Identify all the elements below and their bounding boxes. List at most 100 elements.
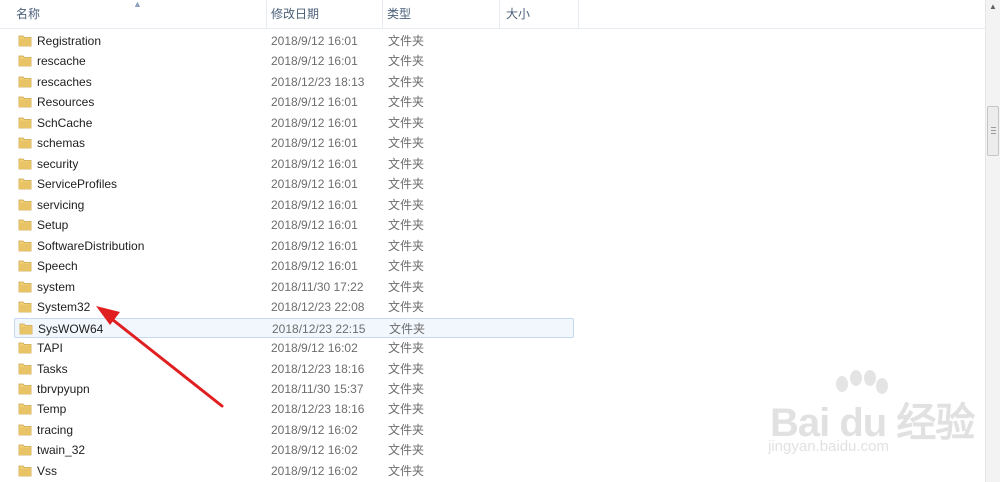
folder-icon	[18, 95, 32, 108]
file-row[interactable]: Temp 2018/12/23 18:16 文件夹	[14, 399, 574, 419]
file-name: Resources	[37, 95, 95, 110]
file-modified-date: 2018/12/23 18:13	[271, 74, 365, 89]
folder-icon	[18, 239, 32, 252]
file-row[interactable]: ServiceProfiles 2018/9/12 16:01 文件夹	[14, 174, 574, 194]
folder-icon	[18, 464, 32, 477]
file-row[interactable]: schemas 2018/9/12 16:01 文件夹	[14, 133, 574, 153]
file-row[interactable]: tbrvpyupn 2018/11/30 15:37 文件夹	[14, 379, 574, 399]
folder-icon	[18, 116, 32, 129]
file-type: 文件夹	[388, 361, 425, 376]
folder-icon	[18, 75, 32, 88]
file-name: rescaches	[37, 74, 92, 89]
file-row[interactable]: system 2018/11/30 17:22 文件夹	[14, 277, 574, 297]
file-type: 文件夹	[388, 238, 425, 253]
folder-icon	[18, 402, 32, 415]
file-row[interactable]: tracing 2018/9/12 16:02 文件夹	[14, 420, 574, 440]
file-type: 文件夹	[388, 463, 425, 478]
file-row[interactable]: SysWOW64 2018/12/23 22:15 文件夹	[14, 317, 574, 338]
file-modified-date: 2018/9/12 16:01	[271, 136, 358, 151]
file-name: Setup	[37, 218, 69, 233]
file-name: SchCache	[37, 115, 93, 130]
file-type: 文件夹	[388, 115, 425, 130]
column-divider[interactable]	[578, 0, 579, 28]
folder-icon	[18, 157, 32, 170]
file-row[interactable]: Speech 2018/9/12 16:01 文件夹	[14, 256, 574, 276]
file-modified-date: 2018/12/23 22:15	[272, 321, 366, 336]
file-type: 文件夹	[388, 341, 425, 356]
file-row[interactable]: Resources 2018/9/12 16:01 文件夹	[14, 92, 574, 112]
file-row[interactable]: security 2018/9/12 16:01 文件夹	[14, 154, 574, 174]
file-name: System32	[37, 300, 91, 315]
file-row[interactable]: servicing 2018/9/12 16:01 文件夹	[14, 195, 574, 215]
file-name: tbrvpyupn	[37, 381, 90, 396]
column-header-date[interactable]: 修改日期	[267, 0, 382, 28]
file-row[interactable]: SoftwareDistribution 2018/9/12 16:01 文件夹	[14, 236, 574, 256]
scroll-up-arrow-icon[interactable]: ▲	[986, 0, 1000, 14]
file-type: 文件夹	[388, 136, 425, 151]
file-modified-date: 2018/9/12 16:02	[271, 341, 358, 356]
column-header-name[interactable]: 名称	[12, 0, 266, 28]
folder-icon	[18, 382, 32, 395]
thumb-grip-line	[991, 130, 996, 131]
file-name: tracing	[37, 422, 74, 437]
file-row[interactable]: System32 2018/12/23 22:08 文件夹	[14, 297, 574, 317]
file-row[interactable]: Vss 2018/9/12 16:02 文件夹	[14, 461, 574, 481]
column-header-type[interactable]: 类型	[383, 0, 499, 28]
file-modified-date: 2018/9/12 16:01	[271, 238, 358, 253]
file-modified-date: 2018/9/12 16:01	[271, 115, 358, 130]
vertical-scrollbar[interactable]: ▲	[985, 0, 1000, 482]
file-name: Speech	[37, 259, 78, 274]
file-type: 文件夹	[388, 279, 425, 294]
file-modified-date: 2018/12/23 18:16	[271, 361, 365, 376]
file-type: 文件夹	[388, 34, 425, 48]
file-modified-date: 2018/9/12 16:01	[271, 218, 358, 233]
file-name: security	[37, 156, 79, 171]
file-row[interactable]: rescache 2018/9/12 16:01 文件夹	[14, 51, 574, 71]
file-modified-date: 2018/9/12 16:01	[271, 34, 358, 48]
folder-icon	[18, 362, 32, 375]
file-modified-date: 2018/12/23 22:08	[271, 300, 365, 315]
folder-icon	[18, 54, 32, 67]
thumb-grip-line	[991, 133, 996, 134]
file-modified-date: 2018/11/30 17:22	[271, 279, 364, 294]
folder-icon	[18, 177, 32, 190]
file-type: 文件夹	[388, 259, 425, 274]
file-name: rescache	[37, 54, 86, 69]
scrollbar-thumb[interactable]	[987, 106, 999, 156]
file-modified-date: 2018/9/12 16:01	[271, 156, 358, 171]
file-name: system	[37, 279, 76, 294]
file-modified-date: 2018/9/12 16:01	[271, 197, 358, 212]
file-type: 文件夹	[389, 321, 426, 336]
file-row[interactable]: Tasks 2018/12/23 18:16 文件夹	[14, 359, 574, 379]
folder-icon	[18, 341, 32, 354]
file-row[interactable]: rescaches 2018/12/23 18:13 文件夹	[14, 72, 574, 92]
file-modified-date: 2018/9/12 16:02	[271, 463, 358, 478]
file-type: 文件夹	[388, 95, 425, 110]
column-divider[interactable]	[499, 0, 500, 28]
file-type: 文件夹	[388, 54, 425, 69]
file-row[interactable]: twain_32 2018/9/12 16:02 文件夹	[14, 440, 574, 460]
file-name: schemas	[37, 136, 86, 151]
column-header-bar: ▲ 名称 修改日期 类型 大小	[0, 0, 985, 29]
file-type: 文件夹	[388, 197, 425, 212]
file-type: 文件夹	[388, 74, 425, 89]
thumb-grip-line	[991, 127, 996, 128]
folder-icon	[18, 259, 32, 272]
baidu-jingyan-watermark: Bai du 经验 jingyan.baidu.com	[760, 370, 985, 470]
file-row[interactable]: Registration 2018/9/12 16:01 文件夹	[14, 31, 574, 51]
file-modified-date: 2018/9/12 16:01	[271, 177, 358, 192]
file-type: 文件夹	[388, 218, 425, 233]
file-name: twain_32	[37, 443, 86, 458]
file-row[interactable]: TAPI 2018/9/12 16:02 文件夹	[14, 338, 574, 358]
file-type: 文件夹	[388, 422, 425, 437]
file-name: Tasks	[37, 361, 68, 376]
file-name: Registration	[37, 34, 102, 48]
file-type: 文件夹	[388, 156, 425, 171]
file-row[interactable]: SchCache 2018/9/12 16:01 文件夹	[14, 113, 574, 133]
folder-icon	[18, 218, 32, 231]
folder-icon	[18, 443, 32, 456]
column-header-size[interactable]: 大小	[502, 0, 578, 28]
file-modified-date: 2018/12/23 18:16	[271, 402, 365, 417]
watermark-url: jingyan.baidu.com	[768, 438, 889, 455]
file-row[interactable]: Setup 2018/9/12 16:01 文件夹	[14, 215, 574, 235]
